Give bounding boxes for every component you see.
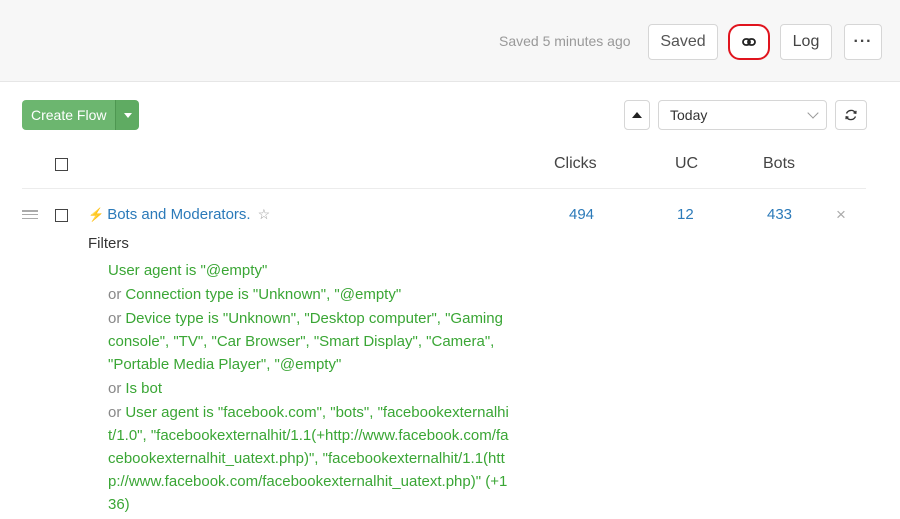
or-label: or	[108, 380, 122, 397]
top-bar: Saved 5 minutes ago Saved Log ···	[0, 0, 900, 82]
or-label: or	[108, 286, 122, 303]
log-button[interactable]: Log	[780, 24, 832, 60]
close-icon[interactable]: ×	[836, 205, 846, 225]
refresh-icon	[845, 109, 857, 121]
or-label: or	[108, 404, 122, 421]
row-checkbox[interactable]	[55, 209, 68, 222]
filter-item[interactable]: or User agent is "facebook.com", "bots", …	[108, 401, 510, 516]
filter-item[interactable]: or Connection type is "Unknown", "@empty"	[108, 283, 510, 306]
star-icon[interactable]: ☆	[258, 206, 271, 223]
or-label: or	[108, 310, 122, 327]
chevron-down-icon	[807, 107, 819, 119]
refresh-button[interactable]	[835, 100, 867, 130]
caret-down-icon	[123, 112, 132, 118]
date-range-select[interactable]: Today	[658, 100, 827, 130]
filter-list: User agent is "@empty" or Connection type…	[108, 259, 510, 517]
uc-value[interactable]: 12	[677, 206, 694, 223]
lightning-icon: ⚡	[88, 206, 105, 222]
create-flow-button[interactable]: Create Flow	[22, 100, 116, 130]
link-icon	[742, 38, 756, 46]
filter-item[interactable]: or Device type is "Unknown", "Desktop com…	[108, 307, 510, 376]
caret-up-icon	[632, 112, 642, 118]
sort-toggle-button[interactable]	[624, 100, 650, 130]
clicks-value[interactable]: 494	[569, 206, 594, 223]
filter-item[interactable]: or Is bot	[108, 377, 510, 400]
drag-handle-icon[interactable]	[22, 210, 38, 219]
copy-link-button[interactable]	[728, 24, 770, 60]
date-range-value: Today	[670, 107, 708, 123]
flow-name-link[interactable]: Bots and Moderators.	[107, 206, 250, 223]
bots-value[interactable]: 433	[767, 206, 792, 223]
select-all-checkbox[interactable]	[55, 158, 68, 171]
header-divider	[22, 188, 866, 189]
create-flow-dropdown-toggle[interactable]	[115, 100, 140, 130]
saved-button[interactable]: Saved	[648, 24, 718, 60]
filters-label: Filters	[88, 235, 129, 252]
flow-row: ⚡ Bots and Moderators. ☆	[88, 206, 270, 223]
create-flow-group: Create Flow	[22, 100, 140, 130]
filter-item[interactable]: User agent is "@empty"	[108, 259, 510, 282]
column-header-clicks[interactable]: Clicks	[554, 155, 597, 173]
saved-status: Saved 5 minutes ago	[499, 33, 631, 49]
column-header-bots[interactable]: Bots	[763, 155, 795, 173]
more-options-button[interactable]: ···	[844, 24, 882, 60]
column-header-uc[interactable]: UC	[675, 155, 698, 173]
